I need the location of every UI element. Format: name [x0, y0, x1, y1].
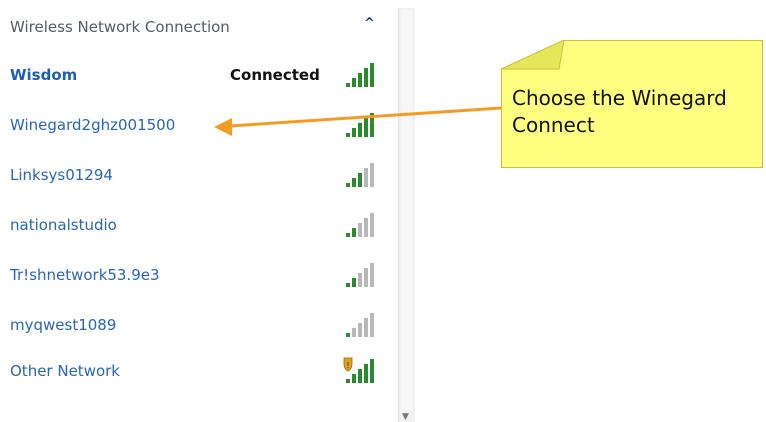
network-row-other[interactable]: Other Network !: [0, 352, 398, 392]
signal-strength-icon: [346, 263, 374, 287]
network-name: Tr!shnetwork53.9e3: [10, 266, 160, 284]
network-name: Winegard2ghz001500: [10, 116, 176, 134]
signal-bar: [352, 78, 356, 87]
shield-mark: !: [346, 361, 349, 370]
signal-bar: [346, 379, 350, 383]
signal-bar: [346, 83, 350, 87]
signal-bar: [364, 118, 368, 137]
signal-strength-icon: [346, 313, 374, 337]
callout-line-1: Choose the Winegard: [512, 86, 727, 110]
signal-bar: [364, 168, 368, 187]
signal-strength-icon: [346, 163, 374, 187]
signal-bar: [346, 133, 350, 137]
signal-bar: [352, 178, 356, 187]
network-name: Other Network: [10, 362, 120, 380]
signal-bar: [358, 273, 362, 287]
scrollbar-thumb[interactable]: [401, 10, 412, 410]
signal-bar: [358, 323, 362, 337]
signal-bar: [364, 318, 368, 337]
signal-strength-icon: [346, 63, 374, 87]
signal-bar: [370, 313, 374, 337]
signal-bar: [370, 213, 374, 237]
wireless-network-panel: Wireless Network Connection ^ Wisdom Con…: [0, 0, 398, 422]
callout-text: Choose the Winegard Connect: [512, 85, 727, 139]
signal-bar: [358, 369, 362, 383]
signal-strength-icon: [346, 213, 374, 237]
signal-bar: [352, 228, 356, 237]
callout-line-2: Connect: [512, 113, 595, 137]
signal-bar: [358, 73, 362, 87]
signal-bar: [346, 233, 350, 237]
network-row-winegard[interactable]: Winegard2ghz001500: [0, 106, 398, 146]
note-folded-corner: [501, 40, 565, 70]
signal-strength-icon: !: [343, 357, 374, 383]
signal-bar: [364, 268, 368, 287]
signal-bar: [370, 113, 374, 137]
network-row-myqwest[interactable]: myqwest1089: [0, 306, 398, 346]
network-name: Linksys01294: [10, 166, 113, 184]
network-name: nationalstudio: [10, 216, 117, 234]
signal-bar: [370, 263, 374, 287]
signal-bar: [370, 359, 374, 383]
signal-bar: [358, 223, 362, 237]
signal-bar: [346, 183, 350, 187]
signal-bar: [352, 278, 356, 287]
network-row-wisdom[interactable]: Wisdom Connected: [0, 56, 398, 96]
network-row-trishnetwork[interactable]: Tr!shnetwork53.9e3: [0, 256, 398, 296]
signal-bar: [352, 374, 356, 383]
signal-bar: [370, 163, 374, 187]
network-name: myqwest1089: [10, 316, 117, 334]
panel-header: Wireless Network Connection: [10, 18, 230, 36]
signal-bar: [364, 218, 368, 237]
signal-bar: [370, 63, 374, 87]
network-name: Wisdom: [10, 66, 78, 84]
signal-bar: [358, 173, 362, 187]
scroll-down-arrow-icon[interactable]: ▼: [402, 412, 409, 422]
signal-bar: [352, 128, 356, 137]
scrollbar[interactable]: ▼: [398, 8, 415, 422]
signal-bar: [352, 328, 356, 337]
signal-bar: [358, 123, 362, 137]
network-row-linksys[interactable]: Linksys01294: [0, 156, 398, 196]
signal-bar: [364, 364, 368, 383]
signal-bar: [346, 333, 350, 337]
connection-status: Connected: [230, 66, 320, 84]
signal-bar: [346, 283, 350, 287]
signal-strength-icon: [346, 113, 374, 137]
network-row-nationalstudio[interactable]: nationalstudio: [0, 206, 398, 246]
signal-bar: [364, 68, 368, 87]
chevron-up-icon[interactable]: ^: [364, 16, 375, 31]
